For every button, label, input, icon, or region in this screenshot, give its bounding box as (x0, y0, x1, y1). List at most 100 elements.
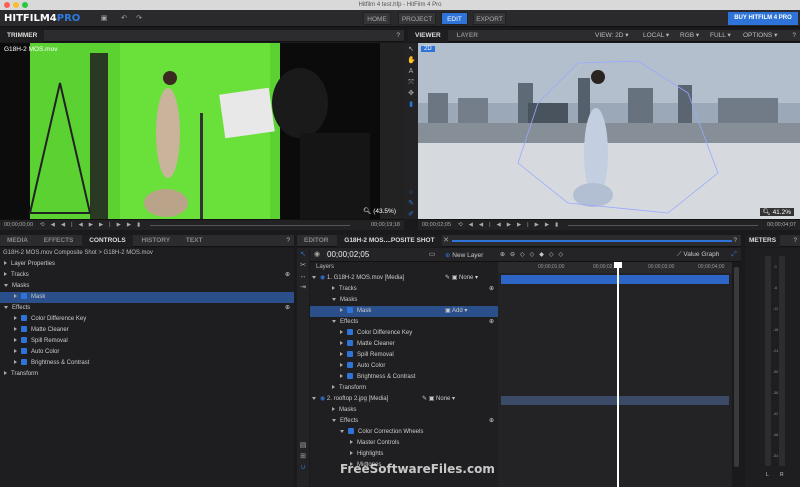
viewer-playback-controls[interactable]: ⟲◀◀|◀▶▶|▶▶▮ (458, 220, 564, 231)
transform-row[interactable]: Transform (0, 369, 294, 380)
group-row[interactable]: Highlights (310, 449, 498, 460)
ripple-tool-icon[interactable]: ⇥ (299, 284, 307, 292)
playhead[interactable] (617, 262, 619, 487)
add-track-icon[interactable]: ⊕ (285, 270, 290, 281)
trimmer-scrubber[interactable] (150, 225, 350, 226)
slip-tool-icon[interactable]: ↔ (299, 273, 307, 281)
layer-1-clip-bar[interactable] (501, 275, 729, 284)
viewer-viewport[interactable]: 2D 🔍︎ 41.2% (418, 43, 800, 219)
tab-trimmer[interactable]: TRIMMER (0, 30, 45, 42)
viewer-help-icon[interactable]: ? (792, 30, 796, 42)
mask-row[interactable]: Mask ▣ Add ▾ (310, 306, 498, 317)
expand-icon[interactable] (14, 327, 17, 332)
tab-text[interactable]: TEXT (179, 235, 210, 247)
ellipse-mask-icon[interactable]: ○ (407, 189, 415, 197)
tracks-row[interactable]: Tracks ⊕ (310, 284, 498, 295)
collapse-icon[interactable] (4, 305, 8, 309)
mask-checkbox[interactable] (21, 293, 27, 300)
tab-layer[interactable]: LAYER (449, 30, 484, 42)
value-graph-button[interactable]: ⟋ Value Graph (677, 251, 719, 259)
expand-icon[interactable] (340, 374, 343, 379)
snapping-icon[interactable]: ▤ (299, 442, 307, 450)
tab-media[interactable]: MEDIA (0, 235, 35, 247)
effect-row[interactable]: Color Difference Key (0, 314, 294, 325)
effect-checkbox[interactable] (21, 315, 27, 322)
expand-icon[interactable] (14, 316, 17, 321)
close-tab-icon[interactable]: ✕ (442, 237, 450, 245)
fit-icon[interactable]: ⤢ (730, 251, 738, 259)
effect-checkbox[interactable] (21, 326, 27, 333)
collapse-icon[interactable] (312, 275, 316, 279)
effects-row[interactable]: Effects ⊕ (310, 416, 498, 427)
collapse-icon[interactable] (4, 283, 8, 287)
effect-checkbox[interactable] (347, 340, 353, 347)
freehand-tool-icon[interactable]: ✐ (407, 211, 415, 219)
transform-row[interactable]: Transform (310, 383, 498, 394)
eye-icon[interactable]: ◉ (320, 275, 325, 281)
playhead-handle[interactable] (614, 262, 622, 268)
help-icon[interactable]: ? (396, 30, 400, 42)
tab-controls[interactable]: CONTROLS (82, 235, 133, 247)
expand-icon[interactable] (14, 360, 17, 365)
resolution-dropdown[interactable]: FULL ▾ (710, 30, 731, 42)
effects-row[interactable]: Effects ⊕ (0, 303, 294, 314)
move-tool-icon[interactable]: ✥ (407, 90, 415, 98)
undo-icon[interactable]: ↶ (120, 15, 128, 23)
badge-2d[interactable]: 2D (421, 46, 435, 52)
expand-icon[interactable] (340, 363, 343, 368)
expand-icon[interactable] (14, 294, 17, 299)
nav-project[interactable]: PROJECT (398, 12, 436, 25)
expand-icon[interactable] (350, 451, 353, 456)
effect-checkbox[interactable] (348, 428, 354, 435)
scrollbar-thumb[interactable] (734, 267, 739, 467)
timeline-area[interactable]: 00;00;01;00 00;00;02;00 00;00;03;00 00;0… (498, 262, 732, 487)
layer-1-blend[interactable]: ✎ ▣ None ▾ (445, 273, 478, 284)
effect-checkbox[interactable] (347, 362, 353, 369)
trimmer-zoom[interactable]: 🔍︎ (43.5%) (363, 207, 396, 215)
hand-tool-icon[interactable]: ✋ (407, 57, 416, 65)
layer-2-blend[interactable]: ✎ ▣ None ▾ (422, 394, 455, 405)
expand-icon[interactable] (340, 341, 343, 346)
expand-icon[interactable] (14, 349, 17, 354)
eye-icon[interactable]: ◉ (320, 396, 325, 402)
record-icon[interactable]: ◉ (313, 251, 321, 259)
effect-checkbox[interactable] (347, 329, 353, 336)
channels-dropdown[interactable]: RGB ▾ (680, 30, 699, 42)
effect-row[interactable]: Brightness & Contrast (0, 358, 294, 369)
editor-timecode[interactable]: 00;00;02;05 (327, 250, 369, 259)
view-mode-dropdown[interactable]: VIEW: 2D ▾ (595, 30, 629, 42)
nav-edit[interactable]: EDIT (441, 12, 468, 25)
effect-checkbox[interactable] (21, 337, 27, 344)
keyframe-controls[interactable]: ⊕⊖◇◇◆◇◇ (500, 251, 568, 258)
effect-row[interactable]: Brightness & Contrast (310, 372, 498, 383)
mask-checkbox[interactable] (347, 307, 353, 314)
effect-row[interactable]: Spill Removal (310, 350, 498, 361)
close-window-icon[interactable] (4, 2, 10, 8)
zoom-window-icon[interactable] (22, 2, 28, 8)
tab-composite-shot[interactable]: G18H-2 MOS....POSITE SHOT (337, 235, 442, 247)
add-effect-icon[interactable]: ⊕ (489, 317, 494, 328)
meters-help-icon[interactable]: ? (793, 235, 797, 247)
expand-icon[interactable] (4, 261, 7, 266)
transform-tool-icon[interactable]: ⤧ (407, 79, 415, 87)
tab-effects[interactable]: EFFECTS (37, 235, 81, 247)
effect-row[interactable]: Matte Cleaner (310, 339, 498, 350)
trimmer-playback-controls[interactable]: ⟲◀◀|◀▶▶|▶▶▮ (40, 220, 146, 231)
pen-tool-icon[interactable]: ✎ (407, 200, 415, 208)
viewer-zoom[interactable]: 🔍︎ 41.2% (759, 208, 794, 216)
collapse-icon[interactable] (332, 418, 336, 422)
expand-icon[interactable] (4, 371, 7, 376)
viewer-scrubber[interactable] (568, 225, 758, 226)
effect-row[interactable]: Spill Removal (0, 336, 294, 347)
masks-row[interactable]: Masks (310, 405, 498, 416)
effect-checkbox[interactable] (21, 359, 27, 366)
tracks-row[interactable]: Tracks ⊕ (0, 270, 294, 281)
layer-properties-row[interactable]: Layer Properties (0, 259, 294, 270)
select-tool-icon[interactable]: ↖ (407, 46, 415, 54)
render-icon[interactable]: ▭ (428, 251, 436, 259)
masks-row[interactable]: Masks (310, 295, 498, 306)
slice-tool-icon[interactable]: ✂ (299, 262, 307, 270)
space-dropdown[interactable]: LOCAL ▾ (643, 30, 669, 42)
expand-icon[interactable] (350, 440, 353, 445)
editor-help-icon[interactable]: ? (733, 235, 737, 247)
